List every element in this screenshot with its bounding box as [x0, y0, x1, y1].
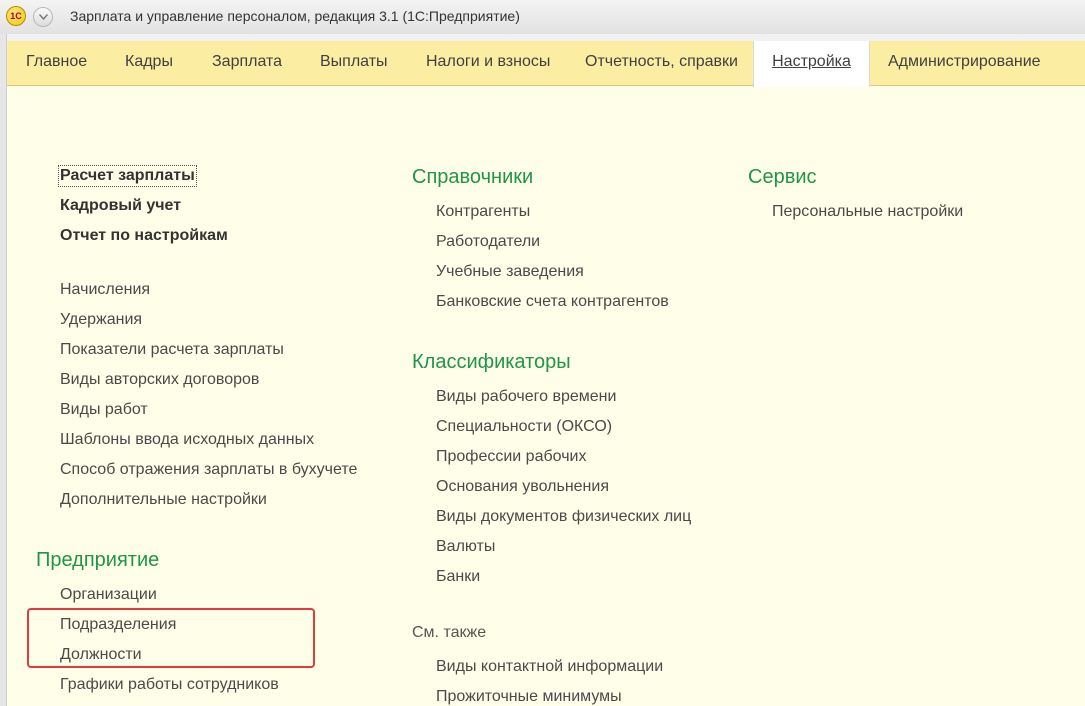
link-banki[interactable]: Банки: [436, 568, 480, 586]
link-uderzhaniya[interactable]: Удержания: [60, 311, 142, 329]
link-kontragenty[interactable]: Контрагенты: [436, 203, 530, 221]
tab-kadry[interactable]: Кадры: [125, 41, 173, 85]
tab-zarplata[interactable]: Зарплата: [212, 41, 282, 85]
link-valyuty[interactable]: Валюты: [436, 538, 495, 556]
link-vidy-dokumentov[interactable]: Виды документов физических лиц: [436, 508, 691, 526]
link-dopolnitelnye-nastroyki[interactable]: Дополнительные настройки: [60, 491, 267, 509]
link-vidy-kontaktnoy-informatsii[interactable]: Виды контактной информации: [436, 658, 663, 676]
title-bar: 1С Зарплата и управление персоналом, ред…: [0, 0, 1085, 35]
heading-spravochniki: Справочники: [412, 166, 534, 188]
link-professii-rabochih[interactable]: Профессии рабочих: [436, 448, 586, 466]
app-logo-icon[interactable]: 1С: [6, 6, 26, 26]
heading-sm-takzhe: См. также: [412, 624, 487, 641]
section-tabs: Главное Кадры Зарплата Выплаты Налоги и …: [7, 41, 1085, 87]
link-bankovskie-scheta[interactable]: Банковские счета контрагентов: [436, 293, 669, 311]
tab-administrirovanie[interactable]: Администрирование: [888, 41, 1041, 85]
link-otchet-po-nastroykam[interactable]: Отчет по настройкам: [60, 227, 228, 245]
heading-servis: Сервис: [748, 166, 817, 188]
tabs-top-strip: [7, 34, 1085, 41]
heading-predpriyatie: Предприятие: [36, 549, 160, 571]
highlight-box: [27, 608, 315, 668]
link-kadrovyy-uchet[interactable]: Кадровый учет: [60, 197, 181, 215]
link-rabotodateli[interactable]: Работодатели: [436, 233, 540, 251]
window-title: Зарплата и управление персоналом, редакц…: [70, 8, 520, 24]
link-uchebnye-zavedeniya[interactable]: Учебные заведения: [436, 263, 584, 281]
link-raschet-zarplaty[interactable]: Расчет зарплаты: [58, 165, 197, 187]
main-menu-button[interactable]: [33, 7, 53, 27]
heading-klassifikatory: Классификаторы: [412, 351, 571, 373]
link-grafiki-raboty[interactable]: Графики работы сотрудников: [60, 676, 279, 694]
tab-glavnoe[interactable]: Главное: [26, 41, 87, 85]
link-pokazateli-rascheta[interactable]: Показатели расчета зарплаты: [60, 341, 284, 359]
window-frame-left: [0, 34, 7, 706]
link-vidy-rabochego-vremeni[interactable]: Виды рабочего времени: [436, 388, 616, 406]
link-osnovaniya-uvolneniya[interactable]: Основания увольнения: [436, 478, 609, 496]
tab-nastroyka[interactable]: Настройка: [753, 41, 870, 87]
link-prozhitochnye-minimumy[interactable]: Прожиточные минимумы: [436, 688, 622, 706]
chevron-down-icon: [39, 14, 48, 20]
link-shablony-vvoda[interactable]: Шаблоны ввода исходных данных: [60, 431, 314, 449]
link-organizatsii[interactable]: Организации: [60, 586, 157, 604]
link-sposob-otrazheniya[interactable]: Способ отражения зарплаты в бухучете: [60, 461, 357, 479]
link-spetsialnosti-okso[interactable]: Специальности (ОКСО): [436, 418, 612, 436]
tab-vyplaty[interactable]: Выплаты: [320, 41, 388, 85]
link-vidy-rabot[interactable]: Виды работ: [60, 401, 148, 419]
link-personalnye-nastroyki[interactable]: Персональные настройки: [772, 203, 963, 221]
tab-nalogi-i-vznosy[interactable]: Налоги и взносы: [426, 41, 550, 85]
tab-otchetnost-spravki[interactable]: Отчетность, справки: [585, 41, 738, 85]
link-nachisleniya[interactable]: Начисления: [60, 281, 150, 299]
tab-nastroyka-label: Настройка: [772, 53, 851, 70]
link-vidy-avtorskih-dogovorov[interactable]: Виды авторских договоров: [60, 371, 259, 389]
